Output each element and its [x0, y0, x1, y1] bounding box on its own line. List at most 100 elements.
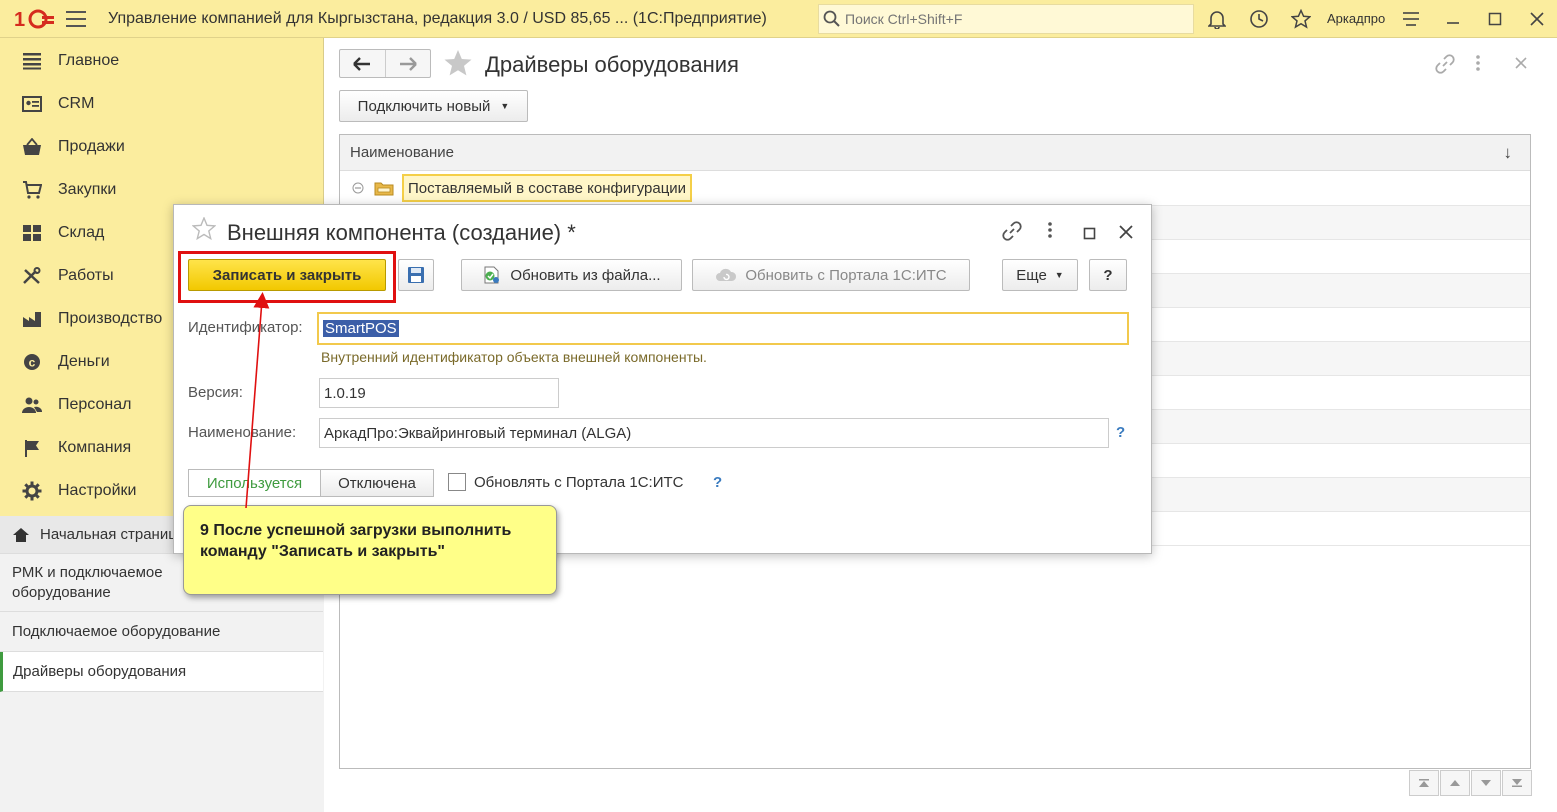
sidebar-item-label: Компания	[58, 438, 132, 456]
sidebar-item-label: Продажи	[58, 137, 125, 155]
update-from-portal-checkbox[interactable]	[448, 473, 466, 491]
history-icon[interactable]	[1248, 8, 1270, 30]
sidebar-item-label: CRM	[58, 94, 95, 112]
star-icon[interactable]	[1290, 8, 1312, 30]
sidebar-link-label: РМК и подключаемое оборудование	[12, 563, 163, 601]
home-icon	[13, 527, 29, 542]
user-name[interactable]: Аркадпро	[1327, 11, 1385, 26]
link-icon[interactable]	[1435, 54, 1455, 79]
connect-new-label: Подключить новый	[357, 97, 491, 115]
warehouse-icon	[20, 223, 44, 243]
close-form-icon[interactable]	[1515, 56, 1527, 74]
floppy-disk-icon	[408, 267, 424, 283]
global-search[interactable]	[818, 4, 1194, 34]
more-button[interactable]: Еще ▼	[1002, 259, 1078, 291]
factory-icon	[20, 309, 44, 329]
back-button[interactable]	[340, 50, 385, 77]
sidebar-item-crm[interactable]: CRM	[0, 82, 324, 125]
sidebar-item-main[interactable]: Главное	[0, 39, 324, 82]
dialog-maximize-icon[interactable]	[1083, 224, 1096, 245]
sidebar-item-sales[interactable]: Продажи	[0, 125, 324, 168]
title-bar: 1 Управление компанией для Кыргызстана, …	[0, 0, 1557, 38]
bell-icon[interactable]	[1206, 8, 1228, 30]
favorite-star-icon[interactable]	[443, 49, 473, 84]
maximize-icon[interactable]	[1484, 8, 1506, 30]
more-label: Еще	[1016, 266, 1047, 284]
update-help-icon[interactable]: ?	[713, 474, 722, 491]
people-icon	[20, 395, 44, 415]
column-header-name[interactable]: Наименование	[350, 144, 454, 161]
sidebar-item-label: Настройки	[58, 481, 137, 499]
dialog-close-icon[interactable]	[1119, 223, 1133, 244]
table-header: Наименование ↓	[340, 135, 1530, 171]
close-window-icon[interactable]	[1526, 8, 1548, 30]
search-input[interactable]	[845, 11, 1185, 27]
crm-icon	[20, 94, 44, 114]
dialog-more-icon[interactable]	[1047, 221, 1053, 244]
update-file-icon	[484, 266, 500, 284]
sidebar-link-label: Драйверы оборудования	[13, 663, 187, 680]
forward-button[interactable]	[384, 50, 430, 77]
sidebar-link-drivers[interactable]: Драйверы оборудования	[0, 652, 323, 692]
dialog-favorite-star-icon[interactable]	[191, 216, 217, 247]
money-icon: c	[20, 352, 44, 372]
arrow-left-icon	[353, 56, 371, 71]
identifier-value: SmartPOS	[323, 320, 399, 337]
sidebar-item-label: Персонал	[58, 395, 132, 413]
folder-icon	[374, 180, 394, 200]
chevron-down-icon: ▼	[1054, 270, 1064, 280]
scroll-up-button[interactable]	[1440, 770, 1470, 796]
sidebar-item-label: Склад	[58, 223, 105, 241]
minimize-icon[interactable]	[1442, 8, 1464, 30]
save-button[interactable]	[398, 259, 434, 291]
sidebar-item-label: Работы	[58, 266, 114, 284]
table-row[interactable]: Поставляемый в составе конфигурации	[340, 172, 1530, 206]
arrow-right-icon	[399, 56, 417, 71]
version-value: 1.0.19	[324, 384, 366, 402]
external-component-dialog: Внешняя компонента (создание) * Записать…	[173, 204, 1152, 554]
update-from-portal-button[interactable]: Обновить с Портала 1С:ИТС	[692, 259, 970, 291]
scroll-top-button[interactable]	[1409, 770, 1439, 796]
settings-menu-icon[interactable]	[1400, 8, 1422, 30]
switch-disabled[interactable]: Отключена	[321, 470, 433, 496]
cloud-update-icon	[716, 268, 737, 281]
identifier-label: Идентификатор:	[188, 319, 303, 336]
name-field[interactable]: АркадПро:Эквайринговый терминал (ALGA)	[319, 418, 1109, 448]
sidebar-item-label: Деньги	[58, 352, 110, 370]
collapse-icon[interactable]	[352, 181, 364, 198]
update-from-portal-label: Обновить с Портала 1С:ИТС	[745, 266, 947, 284]
name-help-icon[interactable]: ?	[1116, 424, 1125, 441]
version-field[interactable]: 1.0.19	[319, 378, 559, 408]
update-from-file-button[interactable]: Обновить из файла...	[461, 259, 682, 291]
navigation-buttons	[339, 49, 431, 78]
sidebar-item-label: Главное	[58, 51, 120, 69]
1c-logo-icon[interactable]: 1	[14, 7, 56, 31]
page-title: Драйверы оборудования	[485, 52, 739, 77]
connect-new-button[interactable]: Подключить новый ▼	[339, 90, 528, 122]
group-row-label[interactable]: Поставляемый в составе конфигурации	[402, 174, 693, 202]
usage-switch: Используется Отключена	[188, 469, 434, 497]
basket-icon	[20, 137, 44, 157]
identifier-field[interactable]: SmartPOS	[317, 312, 1129, 345]
scroll-bottom-button[interactable]	[1502, 770, 1532, 796]
instruction-callout: 9 После успешной загрузки выполнить кома…	[183, 505, 557, 595]
more-vertical-icon[interactable]	[1475, 54, 1481, 77]
help-button[interactable]: ?	[1089, 259, 1127, 291]
svg-text:1: 1	[14, 9, 25, 31]
save-and-close-button[interactable]: Записать и закрыть	[188, 259, 386, 291]
gear-icon	[20, 481, 44, 501]
switch-used[interactable]: Используется	[189, 470, 321, 496]
sidebar-item-label: Закупки	[58, 180, 117, 198]
scroll-down-button[interactable]	[1471, 770, 1501, 796]
sort-indicator[interactable]: ↓	[1504, 143, 1513, 163]
menu-icon[interactable]	[66, 10, 86, 27]
update-from-portal-checkbox-label[interactable]: Обновлять с Портала 1С:ИТС	[474, 474, 683, 491]
cart-icon	[20, 180, 44, 200]
dialog-link-icon[interactable]	[1002, 221, 1022, 246]
list-icon	[20, 51, 44, 71]
search-icon	[823, 10, 840, 27]
sidebar-link-equipment[interactable]: Подключаемое оборудование	[0, 612, 323, 652]
table-scroll-buttons	[1409, 770, 1533, 796]
tools-icon	[20, 266, 44, 286]
version-label: Версия:	[188, 384, 243, 401]
